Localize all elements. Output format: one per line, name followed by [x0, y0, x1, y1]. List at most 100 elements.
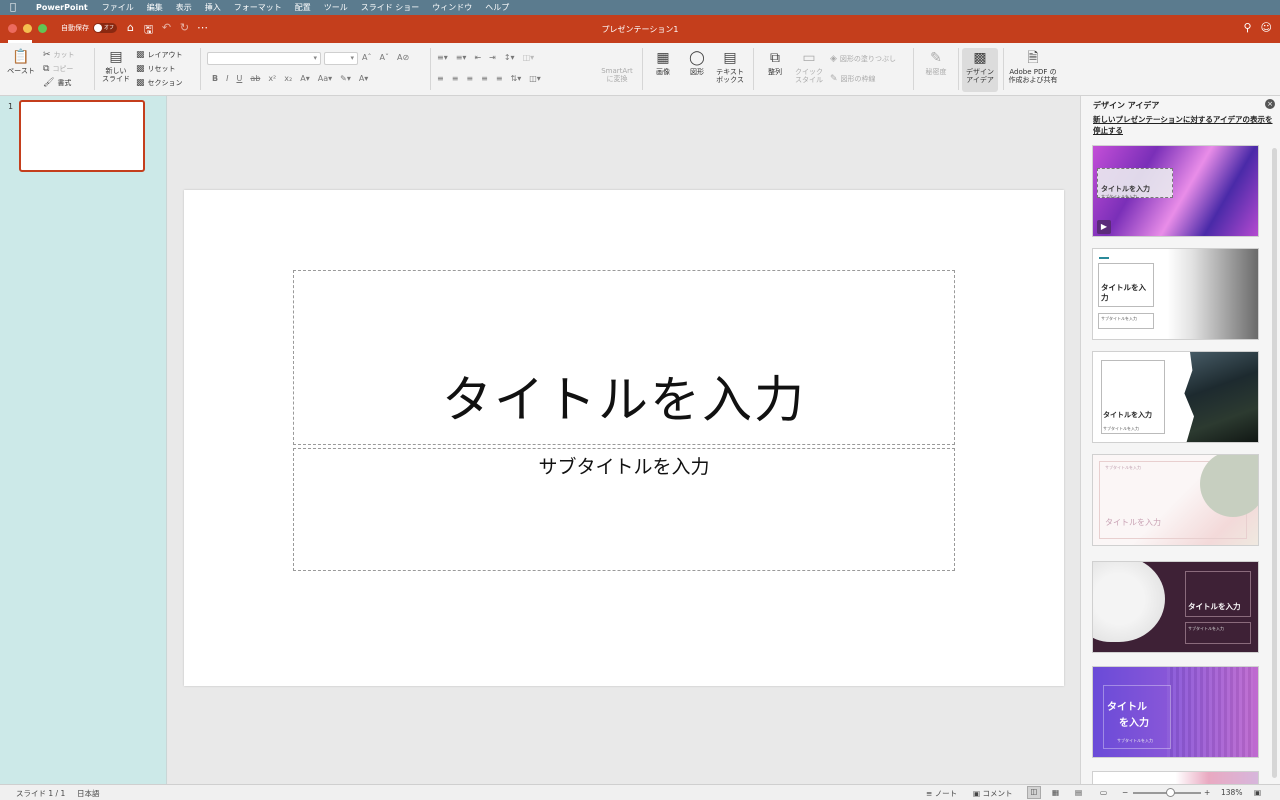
reading-view-icon[interactable]: ▤	[1075, 788, 1082, 797]
align-center-icon[interactable]: ≡	[452, 74, 459, 83]
notes-button[interactable]: ≡ ノート	[926, 788, 957, 799]
text-effects-icon[interactable]: A▾	[300, 74, 310, 83]
zoom-slider-handle[interactable]	[1166, 788, 1175, 797]
section-button[interactable]: ▩ セクション	[136, 78, 183, 88]
clear-format-icon[interactable]: A⊘	[397, 53, 409, 62]
justify-icon[interactable]: ≡	[481, 74, 488, 83]
design-idea-4[interactable]: サブタイトルを入力 タイトルを入力	[1092, 454, 1259, 546]
search-icon[interactable]: ⚲	[1243, 21, 1251, 34]
list-controls: ≡▾ ≡▾ ⇤ ⇥ ↕▾ ◫▾	[437, 53, 534, 62]
close-icon[interactable]: ×	[1265, 99, 1275, 109]
paste-button[interactable]: 📋 ペースト	[6, 49, 36, 75]
language-indicator[interactable]: 日本語	[77, 788, 100, 799]
bullets-icon[interactable]: ≡▾	[437, 53, 448, 62]
slide-sorter-icon[interactable]: ▦	[1052, 788, 1059, 797]
menu-edit[interactable]: 編集	[147, 2, 163, 13]
arrange-icon: ⧉	[770, 50, 780, 66]
format-painter-button[interactable]: 🖌 書式	[43, 78, 71, 88]
align-right-icon[interactable]: ≡	[466, 74, 473, 83]
zoom-level[interactable]: 138%	[1221, 788, 1242, 797]
menu-help[interactable]: ヘルプ	[485, 2, 509, 13]
highlight-icon[interactable]: ✎▾	[340, 74, 351, 83]
cut-button[interactable]: ✂ カット	[43, 50, 75, 60]
design-idea-6[interactable]: タイトル を入力 サブタイトルを入力	[1092, 666, 1259, 758]
pane-scrollbar[interactable]	[1272, 148, 1277, 778]
slideshow-icon[interactable]: ▭	[1100, 788, 1107, 797]
text-direction-icon[interactable]: ⇅▾	[511, 74, 522, 83]
normal-view-icon[interactable]: ◫	[1027, 786, 1041, 799]
columns-icon[interactable]: ◫▾	[523, 53, 535, 62]
subscript-icon[interactable]: x₂	[284, 74, 292, 83]
ribbon-divider	[753, 48, 754, 90]
layout-button[interactable]: ▩ レイアウト	[136, 50, 183, 60]
decrease-indent-icon[interactable]: ⇤	[474, 53, 481, 62]
reset-button[interactable]: ▩ リセット	[136, 64, 176, 74]
slide-canvas: タイトルを入力 サブタイトルを入力	[184, 190, 1064, 686]
menu-tools[interactable]: ツール	[324, 2, 348, 13]
menu-app-name[interactable]: PowerPoint	[36, 3, 88, 12]
zoom-out-button[interactable]: −	[1122, 788, 1128, 797]
notes-icon: ≡	[926, 789, 933, 798]
menu-slideshow[interactable]: スライド ショー	[361, 2, 420, 13]
subtitle-placeholder-text: サブタイトルを入力	[538, 456, 710, 478]
sensitivity-button[interactable]: ✎ 秘密度	[920, 50, 952, 76]
design-ideas-button[interactable]: ▩ デザイン アイデア	[962, 48, 998, 92]
numbering-icon[interactable]: ≡▾	[456, 53, 467, 62]
smiley-feedback-icon[interactable]: ☺	[1261, 21, 1272, 34]
idea-1-title: タイトルを入力	[1101, 185, 1150, 193]
document-title: プレゼンテーション1	[601, 25, 679, 34]
design-idea-7[interactable]	[1092, 771, 1259, 784]
bold-icon[interactable]: B	[212, 74, 218, 83]
line-spacing-icon[interactable]: ↕▾	[504, 53, 515, 62]
slide-thumbnail[interactable]	[19, 100, 145, 172]
quick-styles-button[interactable]: ▭ クイック スタイル	[793, 50, 825, 84]
underline-icon[interactable]: U	[236, 74, 242, 83]
reset-label: リセット	[147, 65, 176, 73]
menu-format[interactable]: フォーマット	[234, 2, 282, 13]
menu-bar:  PowerPoint ファイル 編集 表示 挿入 フォーマット 配置 ツール…	[0, 0, 1280, 15]
shape-fill-button[interactable]: ◈ 図形の塗りつぶし	[830, 54, 896, 64]
textbox-button[interactable]: ▤ テキスト ボックス	[713, 50, 747, 84]
picture-button[interactable]: ▦ 画像	[648, 50, 678, 76]
font-name-dropdown[interactable]: ▾	[207, 52, 321, 65]
distribute-icon[interactable]: ≡	[496, 74, 503, 83]
shapes-button[interactable]: ◯ 図形	[682, 50, 712, 76]
font-color-icon[interactable]: A▾	[359, 74, 369, 83]
fit-to-window-icon[interactable]: ▣	[1254, 788, 1261, 797]
strikethrough-icon[interactable]: ab	[250, 74, 260, 83]
font-size-dropdown[interactable]: ▾	[324, 52, 358, 65]
menu-arrange[interactable]: 配置	[295, 2, 311, 13]
change-case-icon[interactable]: Aa▾	[318, 74, 332, 83]
superscript-icon[interactable]: x²	[268, 74, 276, 83]
grow-font-icon[interactable]: Aˆ	[362, 53, 371, 62]
adobe-label-1: Adobe PDF の	[1009, 68, 1057, 76]
increase-indent-icon[interactable]: ⇥	[489, 53, 496, 62]
align-text-icon[interactable]: ◫▾	[529, 74, 541, 83]
title-placeholder[interactable]: タイトルを入力	[293, 270, 955, 445]
copy-button[interactable]: ⧉ コピー	[43, 64, 73, 74]
copy-label: コピー	[52, 65, 74, 73]
italic-icon[interactable]: I	[226, 74, 228, 83]
adobe-pdf-button[interactable]: 🗎 Adobe PDF の 作成および共有	[1006, 50, 1060, 84]
arrange-button[interactable]: ⧉ 整列	[760, 50, 790, 76]
design-idea-1[interactable]: タイトルを入力 サブタイトルを入力 ▶	[1092, 145, 1259, 237]
shape-outline-button[interactable]: ✎ 図形の枠線	[830, 74, 876, 84]
design-idea-2[interactable]: タイトルを入力 サブタイトルを入力	[1092, 248, 1259, 340]
smartart-button[interactable]: SmartArt に変換	[598, 67, 636, 83]
notes-label: ノート	[934, 789, 958, 798]
apple-icon[interactable]: 	[10, 2, 22, 13]
shrink-font-icon[interactable]: Aˇ	[379, 53, 388, 62]
design-idea-5[interactable]: タイトルを入力 サブタイトルを入力	[1092, 561, 1259, 653]
design-idea-3[interactable]: タイトルを入力 サブタイトルを入力	[1092, 351, 1259, 443]
comments-button[interactable]: ▣ コメント	[973, 788, 1012, 799]
menu-window[interactable]: ウィンドウ	[432, 2, 472, 13]
menu-view[interactable]: 表示	[176, 2, 192, 13]
zoom-in-button[interactable]: +	[1204, 788, 1210, 797]
design-ideas-label-1: デザイン	[966, 68, 994, 76]
menu-file[interactable]: ファイル	[102, 2, 134, 13]
align-left-icon[interactable]: ≡	[437, 74, 444, 83]
menu-insert[interactable]: 挿入	[205, 2, 221, 13]
subtitle-placeholder[interactable]: サブタイトルを入力	[293, 448, 955, 571]
new-slide-button[interactable]: ▤ 新しい スライド	[100, 49, 132, 83]
stop-ideas-link[interactable]: 新しいプレゼンテーションに対するアイデアの表示を停止する	[1093, 114, 1275, 136]
